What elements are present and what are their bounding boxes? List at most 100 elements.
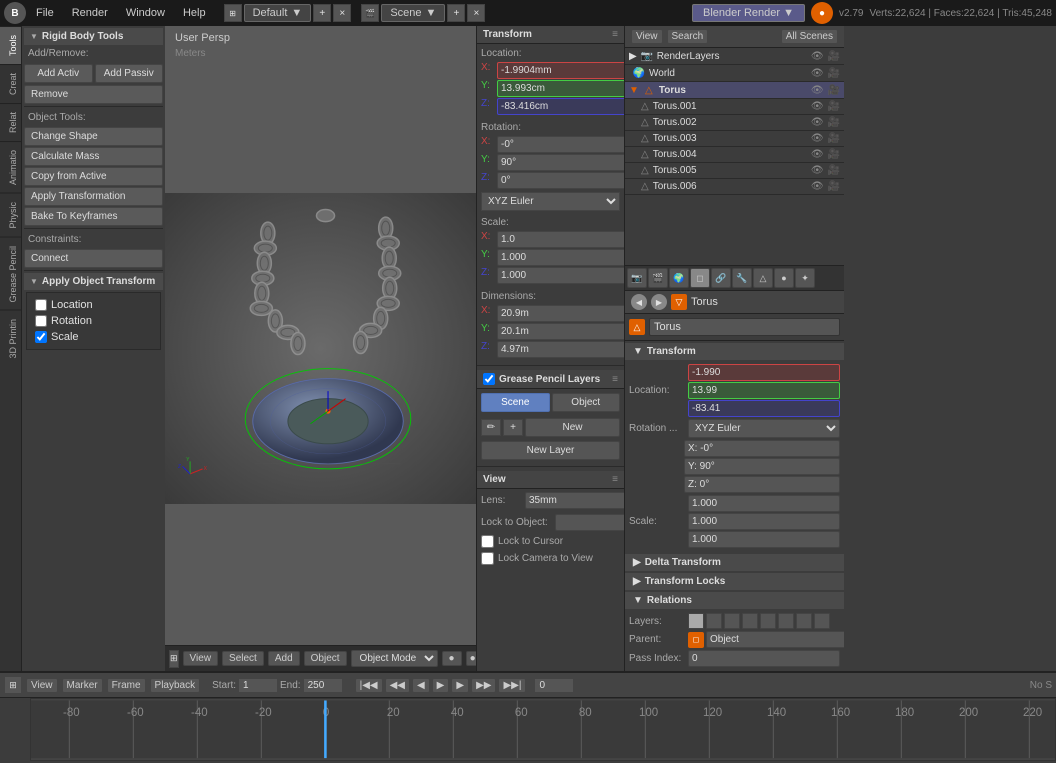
pass-index-input[interactable] — [688, 650, 840, 667]
tab-3d-printin[interactable]: 3D Printin — [0, 310, 21, 367]
dim-y-input[interactable] — [497, 323, 624, 340]
props-scale-z[interactable] — [688, 531, 840, 548]
torus001-cam[interactable]: 🎥 — [828, 101, 840, 112]
add-scene-icon[interactable]: + — [447, 4, 465, 22]
back-btn[interactable]: ◀ — [631, 294, 647, 310]
grease-scene-btn[interactable]: Scene — [481, 393, 550, 412]
tl-view-btn[interactable]: View — [26, 678, 58, 693]
transform-locks-header[interactable]: ▶ Transform Locks — [625, 573, 844, 590]
add-passiv-button[interactable]: Add Passiv — [95, 64, 164, 83]
torus001-eye[interactable]: 👁 — [811, 101, 824, 112]
outliner-torus-005[interactable]: △ Torus.005 👁 🎥 — [625, 163, 844, 179]
grease-pencil-checkbox[interactable] — [483, 373, 495, 385]
layer-btn-7[interactable] — [796, 613, 812, 629]
location-x-input[interactable] — [497, 62, 624, 79]
next-frame-btn[interactable]: ▶ — [451, 678, 469, 693]
particles-icon[interactable]: ✦ — [795, 268, 815, 288]
props-loc-x[interactable] — [688, 364, 840, 381]
renderlayers-eye[interactable]: 👁 — [811, 51, 824, 62]
torus002-cam[interactable]: 🎥 — [828, 117, 840, 128]
torus-eye[interactable]: 👁 — [811, 85, 824, 96]
location-checkbox[interactable] — [35, 299, 47, 311]
tl-playback-btn[interactable]: Playback — [150, 678, 201, 693]
prev-frame-btn[interactable]: ◀ — [412, 678, 430, 693]
menu-help[interactable]: Help — [175, 5, 214, 21]
tab-creat[interactable]: Creat — [0, 64, 21, 103]
timeline-ruler[interactable]: -80 -60 -40 -20 0 20 40 60 80 — [30, 698, 1056, 761]
world-settings-icon[interactable]: 🌍 — [669, 268, 689, 288]
scene-settings-icon[interactable]: 🎬 — [648, 268, 668, 288]
tab-relat[interactable]: Relat — [0, 103, 21, 141]
layout-grid-icon[interactable]: ⊞ — [224, 4, 242, 22]
data-icon[interactable]: △ — [753, 268, 773, 288]
viewport[interactable]: User Persp Meters — [165, 26, 476, 671]
grease-object-btn[interactable]: Object — [552, 393, 621, 412]
torus004-eye[interactable]: 👁 — [811, 149, 824, 160]
jump-start-btn[interactable]: |◀◀ — [355, 678, 383, 693]
lock-cursor-checkbox[interactable] — [481, 535, 494, 548]
jump-next-btn[interactable]: ▶▶ — [471, 678, 496, 693]
vp-object-button[interactable]: Object — [304, 651, 347, 666]
scene-selector[interactable]: Scene ▼ — [381, 4, 445, 22]
parent-input[interactable] — [706, 631, 844, 648]
bake-to-keyframes-button[interactable]: Bake To Keyframes — [24, 207, 163, 226]
props-rot-mode[interactable]: XYZ Euler — [688, 419, 840, 438]
torus005-eye[interactable]: 👁 — [811, 165, 824, 176]
calculate-mass-button[interactable]: Calculate Mass — [24, 147, 163, 166]
materials-icon[interactable]: ● — [774, 268, 794, 288]
pivot-button[interactable]: ● — [442, 651, 462, 666]
vp-select-button[interactable]: Select — [222, 651, 264, 666]
menu-file[interactable]: File — [28, 5, 62, 21]
lens-input[interactable] — [525, 492, 624, 509]
object-name-input[interactable] — [649, 318, 840, 336]
props-loc-y[interactable] — [688, 382, 840, 399]
torus003-cam[interactable]: 🎥 — [828, 133, 840, 144]
transform-options[interactable]: ≡ — [612, 29, 618, 40]
remove-scene-icon[interactable]: × — [467, 4, 485, 22]
torus-cam[interactable]: 🎥 — [828, 85, 840, 96]
end-frame-input[interactable] — [303, 678, 343, 693]
outliner-torus-004[interactable]: △ Torus.004 👁 🎥 — [625, 147, 844, 163]
copy-from-active-button[interactable]: Copy from Active — [24, 167, 163, 186]
transform-section-header[interactable]: ▼ Transform — [625, 343, 844, 360]
location-z-input[interactable] — [497, 98, 624, 115]
rotation-x-input[interactable] — [497, 136, 624, 153]
add-layout-icon[interactable]: + — [313, 4, 331, 22]
layer-btn-4[interactable] — [742, 613, 758, 629]
props-scale-x[interactable] — [688, 495, 840, 512]
blender-logo[interactable]: B — [4, 2, 26, 24]
outliner-torus[interactable]: ▼ △ Torus 👁 🎥 — [625, 82, 844, 99]
layout-selector[interactable]: Default ▼ — [244, 4, 312, 22]
fwd-btn[interactable]: ▶ — [651, 294, 667, 310]
modifiers-icon[interactable]: 🔧 — [732, 268, 752, 288]
grease-new-btn[interactable]: New — [525, 418, 620, 437]
layer-btn-3[interactable] — [724, 613, 740, 629]
jump-end-btn[interactable]: ▶▶| — [498, 678, 526, 693]
current-frame-input[interactable] — [534, 678, 574, 693]
torus005-cam[interactable]: 🎥 — [828, 165, 840, 176]
relations-header[interactable]: ▼ Relations — [625, 592, 844, 609]
world-eye[interactable]: 👁 — [811, 68, 824, 79]
torus002-eye[interactable]: 👁 — [811, 117, 824, 128]
scale-z-input[interactable] — [497, 267, 624, 284]
layer-btn-1[interactable] — [688, 613, 704, 629]
grease-new-layer-btn[interactable]: New Layer — [481, 441, 620, 460]
torus004-cam[interactable]: 🎥 — [828, 149, 840, 160]
torus006-eye[interactable]: 👁 — [811, 181, 824, 192]
outliner-torus-001[interactable]: △ Torus.001 👁 🎥 — [625, 99, 844, 115]
scale-y-input[interactable] — [497, 249, 624, 266]
lock-camera-checkbox[interactable] — [481, 552, 494, 565]
vp-view-button[interactable]: View — [183, 651, 219, 666]
tab-physic[interactable]: Physic — [0, 193, 21, 237]
vp-add-button[interactable]: Add — [268, 651, 300, 666]
outliner-renderlayers[interactable]: ▶ 📷 RenderLayers 👁 🎥 — [625, 48, 844, 65]
layer-btn-5[interactable] — [760, 613, 776, 629]
tl-marker-btn[interactable]: Marker — [62, 678, 103, 693]
props-rot-x[interactable] — [684, 440, 840, 457]
layer-btn-8[interactable] — [814, 613, 830, 629]
layer-btn-2[interactable] — [706, 613, 722, 629]
location-y-input[interactable] — [497, 80, 624, 97]
change-shape-button[interactable]: Change Shape — [24, 127, 163, 146]
connect-button[interactable]: Connect — [24, 249, 163, 268]
menu-render[interactable]: Render — [64, 5, 116, 21]
